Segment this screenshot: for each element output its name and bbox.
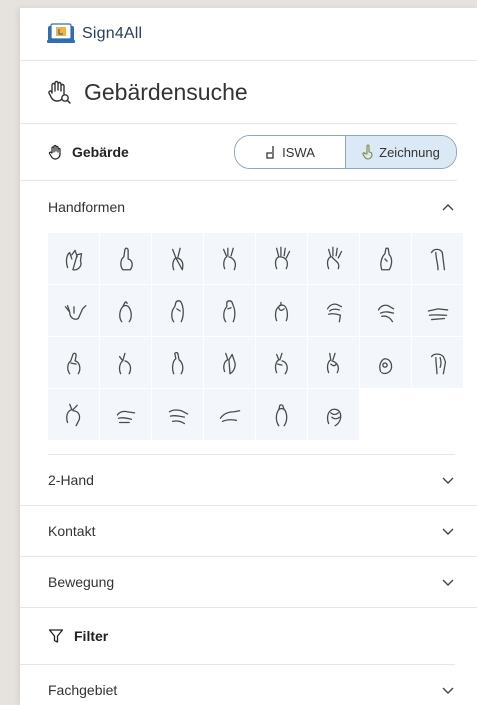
handshape-1-icon <box>65 249 82 270</box>
iswa-option[interactable]: ISWA <box>235 136 346 168</box>
handformen-label: Handformen <box>48 199 126 215</box>
handshape-11-icon <box>170 299 184 322</box>
handshape-10-tile[interactable] <box>100 285 151 336</box>
handshape-8-icon <box>430 248 445 270</box>
handshape-grid <box>48 233 463 440</box>
handshape-20-icon <box>222 352 236 374</box>
handshape-14-tile[interactable] <box>308 285 359 336</box>
app-name: Sign4All <box>82 25 143 42</box>
handshape-18-icon <box>118 352 131 374</box>
handshape-15-icon <box>377 304 394 322</box>
handshape-27-icon <box>168 408 188 424</box>
chevron-down-icon <box>442 528 454 535</box>
handshape-17-icon <box>66 352 80 374</box>
handshape-23-tile[interactable] <box>360 337 411 388</box>
handshape-25-tile[interactable] <box>48 389 99 440</box>
gebaerde-label: Gebärde <box>48 144 129 160</box>
handshape-4-tile[interactable] <box>204 233 255 284</box>
chevron-down-icon <box>442 687 454 694</box>
page-title: Gebärdensuche <box>84 78 248 105</box>
handshape-5-tile[interactable] <box>256 233 307 284</box>
handshape-7-tile[interactable] <box>360 233 411 284</box>
handshape-30-tile[interactable] <box>308 389 359 440</box>
iswa-glyph-icon <box>266 146 274 159</box>
handshape-2-icon <box>119 247 133 270</box>
accordion-kontakt[interactable]: Kontakt <box>20 506 477 557</box>
handshape-25-icon <box>65 403 80 426</box>
handshape-4-icon <box>222 247 236 270</box>
handshape-30-icon <box>326 408 341 426</box>
handshape-27-tile[interactable] <box>152 389 203 440</box>
handshape-12-tile[interactable] <box>204 285 255 336</box>
handshape-11-tile[interactable] <box>152 285 203 336</box>
hand-search-icon <box>48 80 71 104</box>
chevron-down-icon <box>442 579 454 586</box>
handshape-18-tile[interactable] <box>100 337 151 388</box>
chevron-up-icon <box>442 204 454 211</box>
fachgebiet-row[interactable]: Fachgebiet <box>20 665 477 705</box>
handshape-1-tile[interactable] <box>48 233 99 284</box>
handshape-20-tile[interactable] <box>204 337 255 388</box>
handshape-9-icon <box>64 304 86 320</box>
book-logo-icon <box>47 23 75 43</box>
handshape-29-icon <box>275 403 287 426</box>
handshape-28-tile[interactable] <box>204 389 255 440</box>
handshape-10-icon <box>118 300 132 322</box>
handshape-12-icon <box>222 299 235 322</box>
handshape-16-icon <box>427 307 448 320</box>
handshape-19-tile[interactable] <box>152 337 203 388</box>
handshape-28-icon <box>219 409 240 422</box>
handshape-16-tile[interactable] <box>412 285 463 336</box>
app-header: Sign4All <box>20 8 477 61</box>
handshape-17-tile[interactable] <box>48 337 99 388</box>
gebaerde-text: Gebärde <box>72 144 129 160</box>
handshape-13-icon <box>274 301 288 321</box>
handshape-3-tile[interactable] <box>152 233 203 284</box>
accordion-label: Bewegung <box>48 574 115 590</box>
handformen-header[interactable]: Handformen <box>20 181 477 233</box>
page-title-bar: Gebärdensuche <box>20 61 457 124</box>
handshape-26-tile[interactable] <box>100 389 151 440</box>
handshape-21-tile[interactable] <box>256 337 307 388</box>
filter-row[interactable]: Filter <box>20 608 455 665</box>
handshape-3-icon <box>171 247 183 270</box>
accordion-2-hand[interactable]: 2-Hand <box>20 455 477 506</box>
hand-gesture-icon <box>48 144 61 160</box>
handshape-5-icon <box>274 246 290 269</box>
handshape-22-icon <box>326 352 339 373</box>
iswa-label: ISWA <box>282 144 315 160</box>
chevron-down-icon <box>442 477 454 484</box>
handshape-15-tile[interactable] <box>360 285 411 336</box>
sidebar-panel: Sign4All Gebärdensuche Gebärde ISWA Zeic… <box>20 8 477 705</box>
accordion-sections: 2-Hand Kontakt Bewegung <box>20 455 477 608</box>
handshape-9-tile[interactable] <box>48 285 99 336</box>
handshape-19-icon <box>171 351 183 374</box>
accordion-label: Kontakt <box>48 523 96 539</box>
accordion-bewegung[interactable]: Bewegung <box>20 557 477 608</box>
filter-label: Filter <box>74 628 109 644</box>
handshape-13-tile[interactable] <box>256 285 307 336</box>
zeichnung-option[interactable]: Zeichnung <box>346 136 456 168</box>
handshape-22-tile[interactable] <box>308 337 359 388</box>
fachgebiet-label: Fachgebiet <box>48 682 118 698</box>
handshape-2-tile[interactable] <box>100 233 151 284</box>
handshape-24-tile[interactable] <box>412 337 463 388</box>
handshape-6-icon <box>326 246 342 269</box>
handshape-29-tile[interactable] <box>256 389 307 440</box>
hand-drawing-icon <box>362 144 373 160</box>
handshape-21-icon <box>274 352 288 374</box>
handshape-24-icon <box>430 353 446 374</box>
handshape-23-icon <box>378 357 392 374</box>
handshape-7-icon <box>379 247 392 270</box>
accordion-label: 2-Hand <box>48 472 94 488</box>
handshape-8-tile[interactable] <box>412 233 463 284</box>
zeichnung-label: Zeichnung <box>379 144 440 160</box>
handshape-14-icon <box>326 303 342 322</box>
notation-toggle: ISWA Zeichnung <box>234 135 457 169</box>
gebaerde-row: Gebärde ISWA Zeichnung <box>20 124 457 181</box>
filter-icon <box>48 629 64 643</box>
handshape-6-tile[interactable] <box>308 233 359 284</box>
handshape-26-icon <box>116 410 135 423</box>
